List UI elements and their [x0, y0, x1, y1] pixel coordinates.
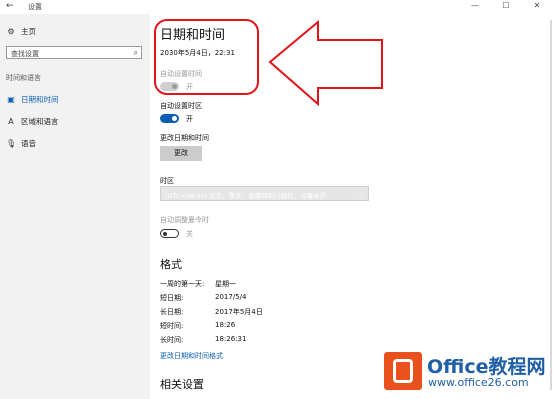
watermark-url: www.office26.com — [428, 376, 529, 389]
watermark-title: Office教程网 — [427, 356, 546, 378]
annotation-box — [154, 19, 259, 95]
watermark: Office教程网 www.office26.com — [384, 352, 549, 392]
office-logo-icon — [384, 352, 422, 390]
annotation-overlay — [154, 19, 383, 107]
annotation-arrow — [268, 19, 383, 107]
